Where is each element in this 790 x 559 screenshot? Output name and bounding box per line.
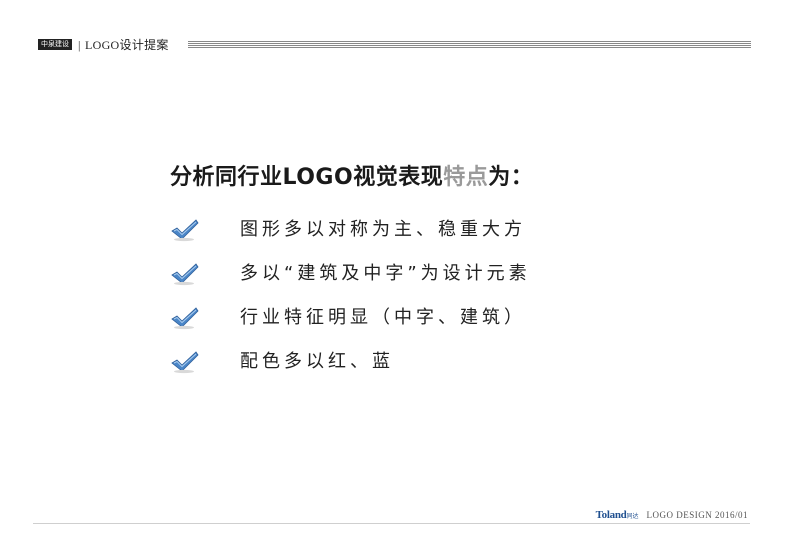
list-item-text: 配色多以红、蓝 — [240, 351, 394, 372]
check-icon — [171, 351, 199, 374]
check-icon — [171, 263, 199, 286]
headline-prefix: 分析同行业LOGO视觉表现 — [170, 165, 444, 190]
header-rule-lines — [188, 41, 751, 49]
list-item-text: 图形多以对称为主、稳重大方 — [240, 219, 526, 240]
page-footer: Toland同达 LOGO DESIGN 2016/01 — [596, 505, 748, 523]
list-item-text: 多以“建筑及中字”为设计元素 — [240, 263, 531, 284]
header-separator: | — [78, 38, 81, 52]
headline-highlight: 特点 — [443, 165, 489, 190]
footer-text: LOGO DESIGN 2016/01 — [646, 510, 748, 520]
page-header: 中泉建设 | LOGO设计提案 — [38, 38, 751, 52]
footer-logo-sub: 同达 — [626, 514, 639, 520]
footer-divider — [33, 523, 750, 524]
page-headline: 分析同行业LOGO视觉表现特点为： — [170, 163, 533, 193]
header-title: LOGO设计提案 — [85, 38, 169, 52]
footer-logo: Toland — [595, 509, 627, 521]
headline-suffix: 为： — [488, 165, 534, 190]
check-icon — [171, 307, 199, 330]
brand-badge: 中泉建设 — [38, 39, 72, 50]
check-icon — [171, 219, 199, 242]
list-item-text: 行业特征明显（中字、建筑） — [240, 307, 526, 328]
